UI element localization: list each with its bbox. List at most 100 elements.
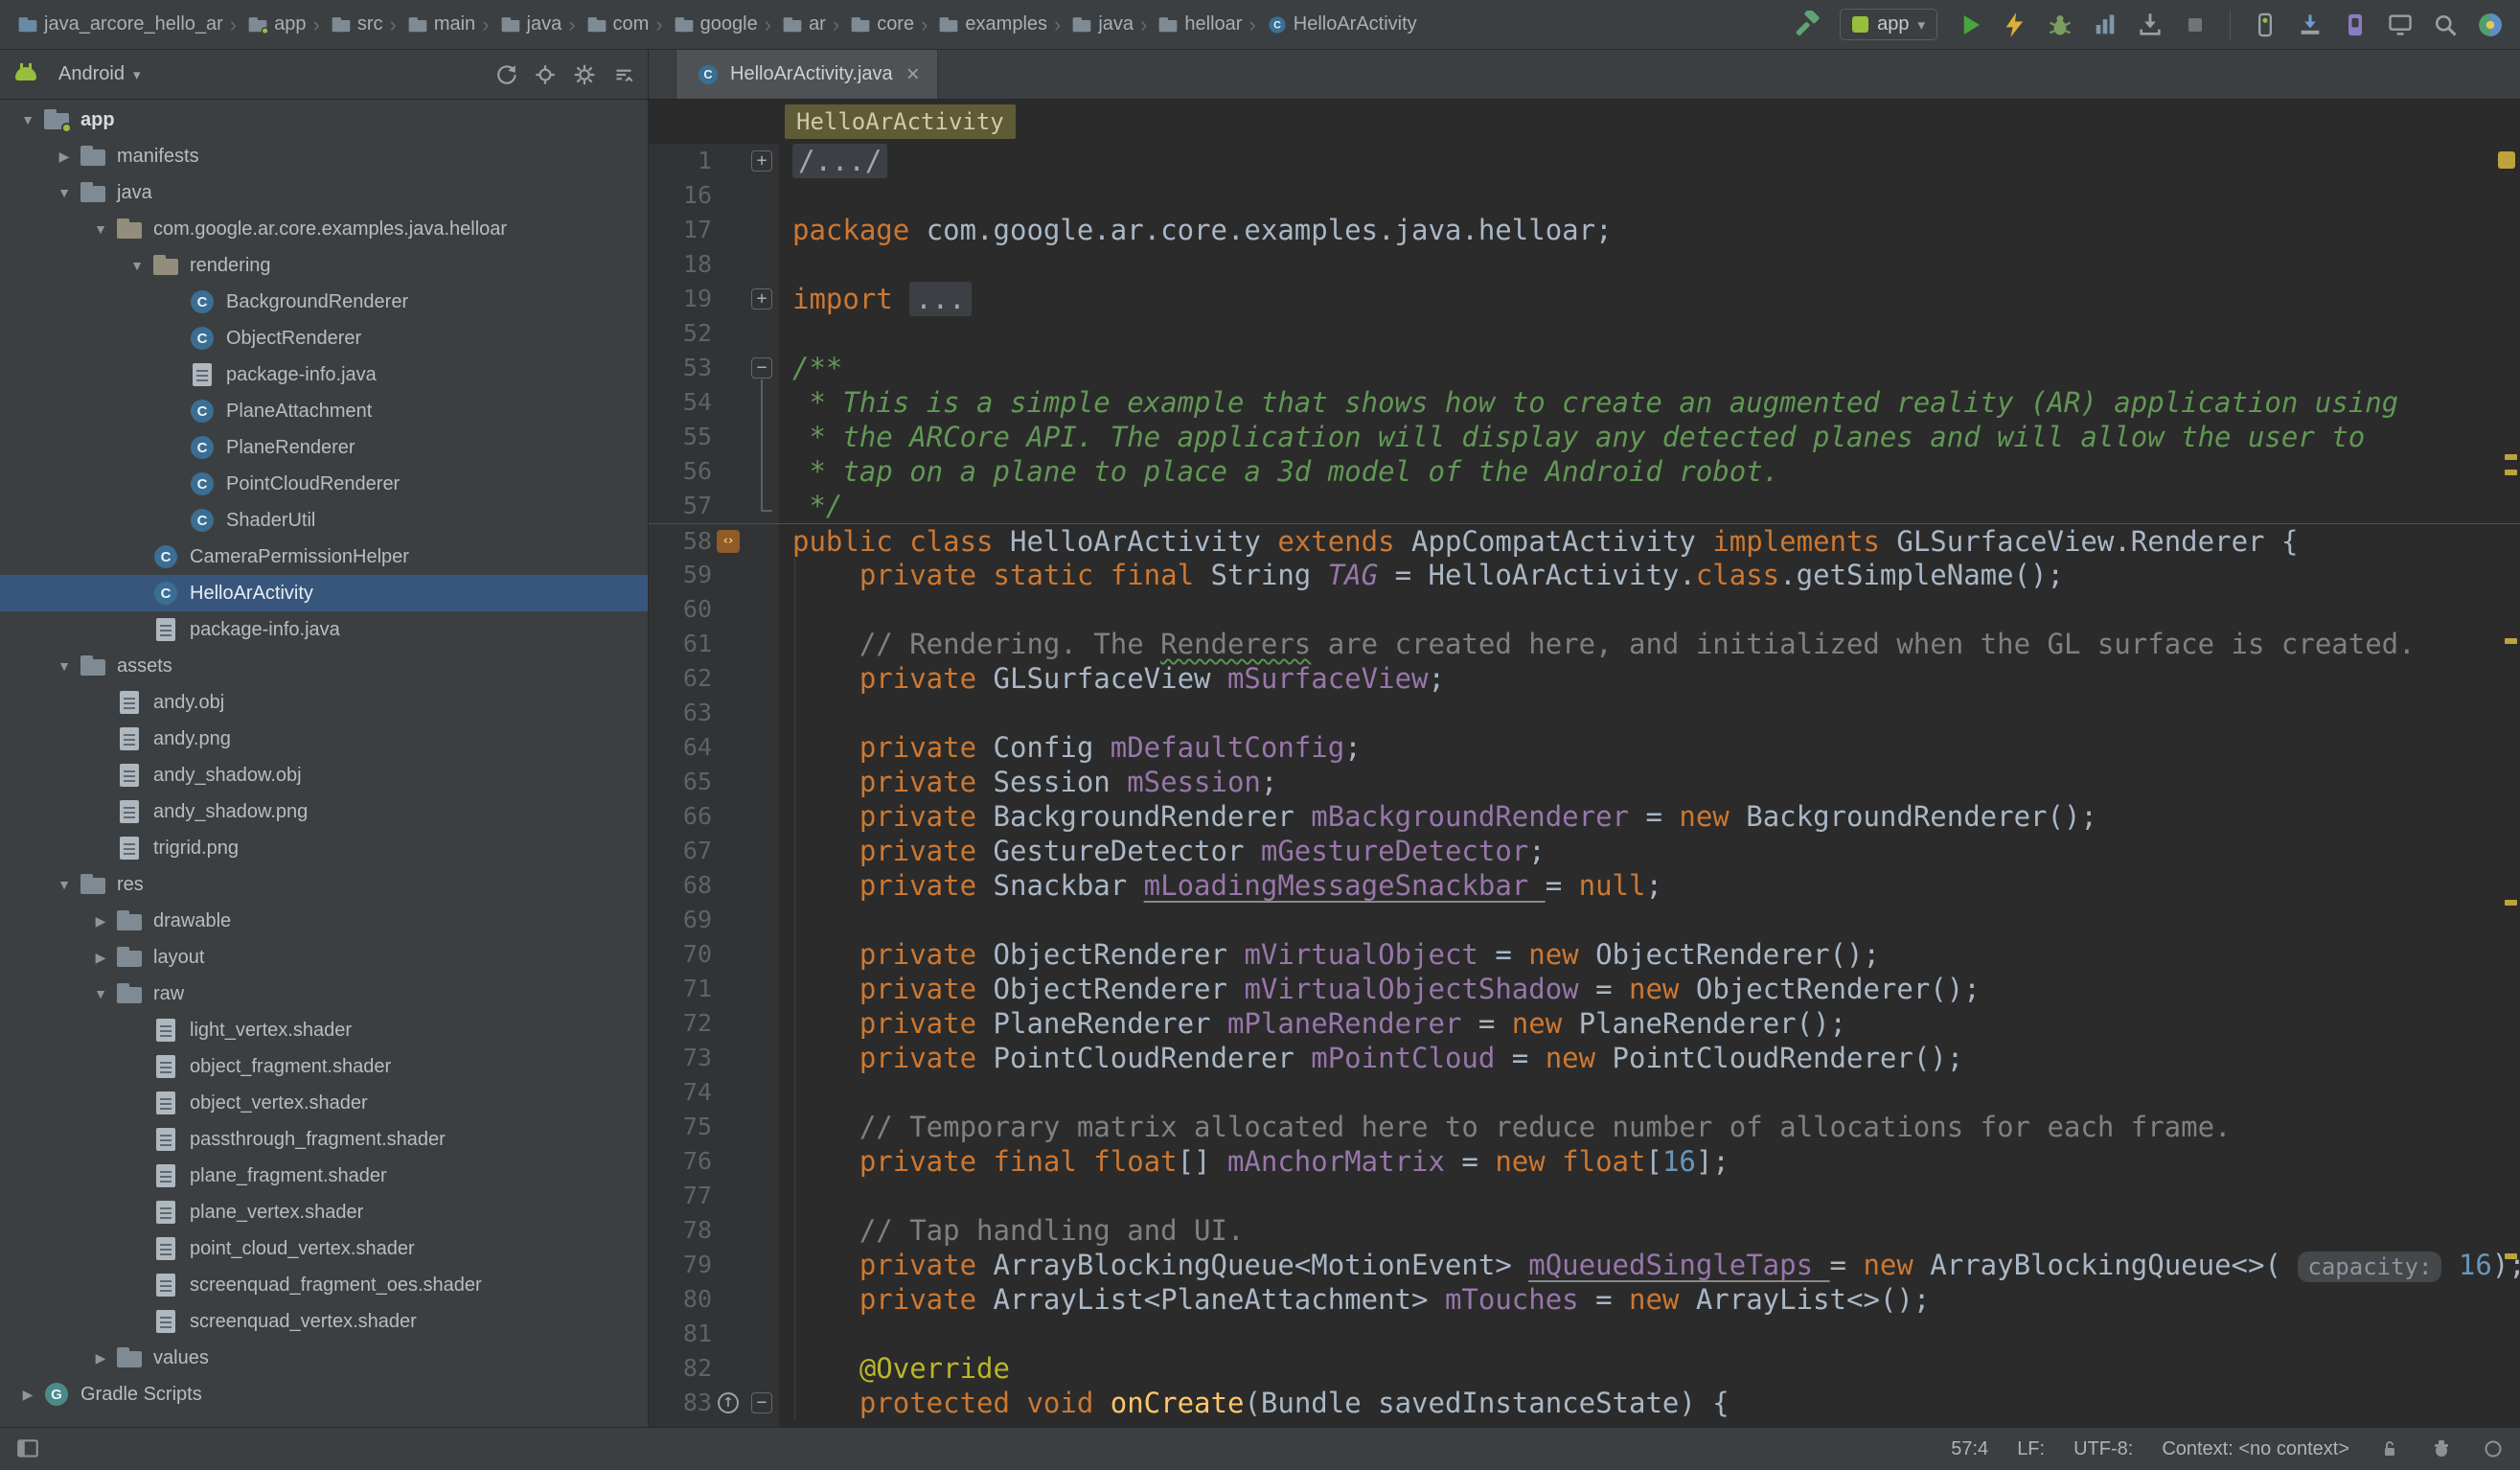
tree-arrow-open-icon[interactable]: ▼ [86,221,115,237]
path-item-google[interactable]: google [670,11,758,38]
tree-item-res[interactable]: ▼res [0,866,648,903]
class-declaration-gutter-icon[interactable]: ‹› [717,530,740,553]
hector-inspector-icon[interactable] [2430,1437,2453,1460]
stop-icon[interactable] [2179,9,2211,41]
profiler-icon[interactable] [2089,9,2121,41]
path-item-com[interactable]: com [583,11,650,38]
tree-item-manifests[interactable]: ▶manifests [0,138,648,174]
warning-stripe-mark[interactable] [2505,638,2517,644]
tree-item-passthrough_fragment.shader[interactable]: passthrough_fragment.shader [0,1121,648,1158]
path-item-core[interactable]: core [846,11,914,38]
tree-item-rendering[interactable]: ▼rendering [0,247,648,284]
settings-gear-icon[interactable] [572,62,597,87]
instant-run-lightning-icon[interactable] [1999,9,2031,41]
tree-item-plane_vertex.shader[interactable]: plane_vertex.shader [0,1194,648,1230]
tree-arrow-open-icon[interactable]: ▼ [86,986,115,1001]
encoding-selector[interactable]: UTF-8: [2073,1438,2133,1460]
gradle-sync-icon[interactable] [2474,9,2507,41]
tree-item-plane_fragment.shader[interactable]: plane_fragment.shader [0,1158,648,1194]
tree-arrow-closed-icon[interactable]: ▶ [50,149,79,165]
tree-item-HelloArActivity[interactable]: CHelloArActivity [0,575,648,611]
tree-item-package-info.java[interactable]: package-info.java [0,356,648,393]
android-monitor-icon[interactable] [2384,9,2417,41]
code-line-64[interactable]: 64 private Config mDefaultConfig; [649,730,2520,765]
path-item-helloar[interactable]: helloar [1154,11,1242,38]
code-line-81[interactable]: 81 [649,1317,2520,1351]
path-item-examples[interactable]: examples [934,11,1047,38]
path-item-ar[interactable]: ar [778,11,826,38]
warning-stripe-mark[interactable] [2505,470,2517,475]
path-item-main[interactable]: main [403,11,475,38]
sdk-manager-icon[interactable] [2294,9,2326,41]
tree-item-BackgroundRenderer[interactable]: CBackgroundRenderer [0,284,648,320]
tree-item-andy_shadow.png[interactable]: andy_shadow.png [0,793,648,830]
tree-item-Gradle Scripts[interactable]: ▶GGradle Scripts [0,1376,648,1413]
path-item-java[interactable]: java [496,11,562,38]
tree-item-layout[interactable]: ▶layout [0,939,648,976]
debug-icon[interactable] [2044,9,2076,41]
tree-item-andy_shadow.obj[interactable]: andy_shadow.obj [0,757,648,793]
tree-item-package-info.java[interactable]: package-info.java [0,611,648,648]
close-icon[interactable]: × [906,61,920,88]
context-widget[interactable]: Context: <no context> [2162,1438,2349,1460]
code-line-74[interactable]: 74 [649,1075,2520,1110]
refresh-icon[interactable] [493,62,518,87]
code-line-75[interactable]: 75 // Temporary matrix allocated here to… [649,1110,2520,1144]
code-line-65[interactable]: 65 private Session mSession; [649,765,2520,799]
fold-collapse-icon[interactable]: − [751,1392,772,1413]
code-line-58[interactable]: 58‹›public class HelloArActivity extends… [649,523,2520,558]
warning-stripe-mark[interactable] [2505,454,2517,460]
code-line-56[interactable]: 56 * tap on a plane to place a 3d model … [649,454,2520,489]
code-line-18[interactable]: 18 [649,247,2520,282]
code-line-71[interactable]: 71 private ObjectRenderer mVirtualObject… [649,972,2520,1006]
code-line-16[interactable]: 16 [649,178,2520,213]
code-line-77[interactable]: 77 [649,1179,2520,1213]
tree-item-ShaderUtil[interactable]: CShaderUtil [0,502,648,539]
project-view-selector[interactable]: Android [58,63,125,85]
tree-arrow-closed-icon[interactable]: ▶ [86,913,115,930]
tree-item-light_vertex.shader[interactable]: light_vertex.shader [0,1012,648,1048]
tree-item-drawable[interactable]: ▶drawable [0,903,648,939]
tree-item-values[interactable]: ▶values [0,1340,648,1376]
code-line-59[interactable]: 59 private static final String TAG = Hel… [649,558,2520,592]
overriding-method-gutter-icon[interactable]: ↑ [718,1392,739,1413]
toolwindow-switcher-icon[interactable] [15,1436,40,1461]
tree-item-PointCloudRenderer[interactable]: CPointCloudRenderer [0,466,648,502]
warning-stripe-mark[interactable] [2505,1253,2517,1259]
code-line-82[interactable]: 82 @Override [649,1351,2520,1386]
code-line-63[interactable]: 63 [649,696,2520,730]
tab-helloaractivity-java[interactable]: C HelloArActivity.java × [676,50,938,99]
chevron-down-icon[interactable]: ▾ [133,66,141,83]
fold-collapse-icon[interactable]: − [751,357,772,379]
run-icon[interactable] [1954,9,1986,41]
collapse-all-icon[interactable] [611,62,636,87]
code-line-60[interactable]: 60 [649,592,2520,627]
tree-item-assets[interactable]: ▼assets [0,648,648,684]
tree-item-screenquad_fragment_oes.shader[interactable]: screenquad_fragment_oes.shader [0,1267,648,1303]
tree-item-CameraPermissionHelper[interactable]: CCameraPermissionHelper [0,539,648,575]
tree-item-object_vertex.shader[interactable]: object_vertex.shader [0,1085,648,1121]
attach-debugger-icon[interactable] [2134,9,2166,41]
tree-item-app[interactable]: ▼app [0,102,648,138]
code-line-62[interactable]: 62 private GLSurfaceView mSurfaceView; [649,661,2520,696]
fold-expand-icon[interactable]: + [751,150,772,172]
code-line-76[interactable]: 76 private final float[] mAnchorMatrix =… [649,1144,2520,1179]
tree-item-trigrid.png[interactable]: trigrid.png [0,830,648,866]
write-lock-icon[interactable] [2378,1437,2401,1460]
fold-expand-icon[interactable]: + [751,288,772,310]
tree-item-PlaneRenderer[interactable]: CPlaneRenderer [0,429,648,466]
tree-item-andy.png[interactable]: andy.png [0,721,648,757]
code-line-1[interactable]: 1+/.../ [649,144,2520,178]
code-line-17[interactable]: 17package com.google.ar.core.examples.ja… [649,213,2520,247]
code-line-57[interactable]: 57 */ [649,489,2520,523]
code-line-54[interactable]: 54 * This is a simple example that shows… [649,385,2520,420]
path-item-app[interactable]: app [243,11,306,38]
code-line-68[interactable]: 68 private Snackbar mLoadingMessageSnack… [649,868,2520,903]
breadcrumb-current-element[interactable]: HelloArActivity [785,104,1016,139]
code-line-19[interactable]: 19+import ... [649,282,2520,316]
code-line-67[interactable]: 67 private GestureDetector mGestureDetec… [649,834,2520,868]
path-item-HelloArActivity[interactable]: CHelloArActivity [1263,11,1417,38]
tree-item-ObjectRenderer[interactable]: CObjectRenderer [0,320,648,356]
tree-arrow-closed-icon[interactable]: ▶ [86,1350,115,1367]
tree-item-raw[interactable]: ▼raw [0,976,648,1012]
